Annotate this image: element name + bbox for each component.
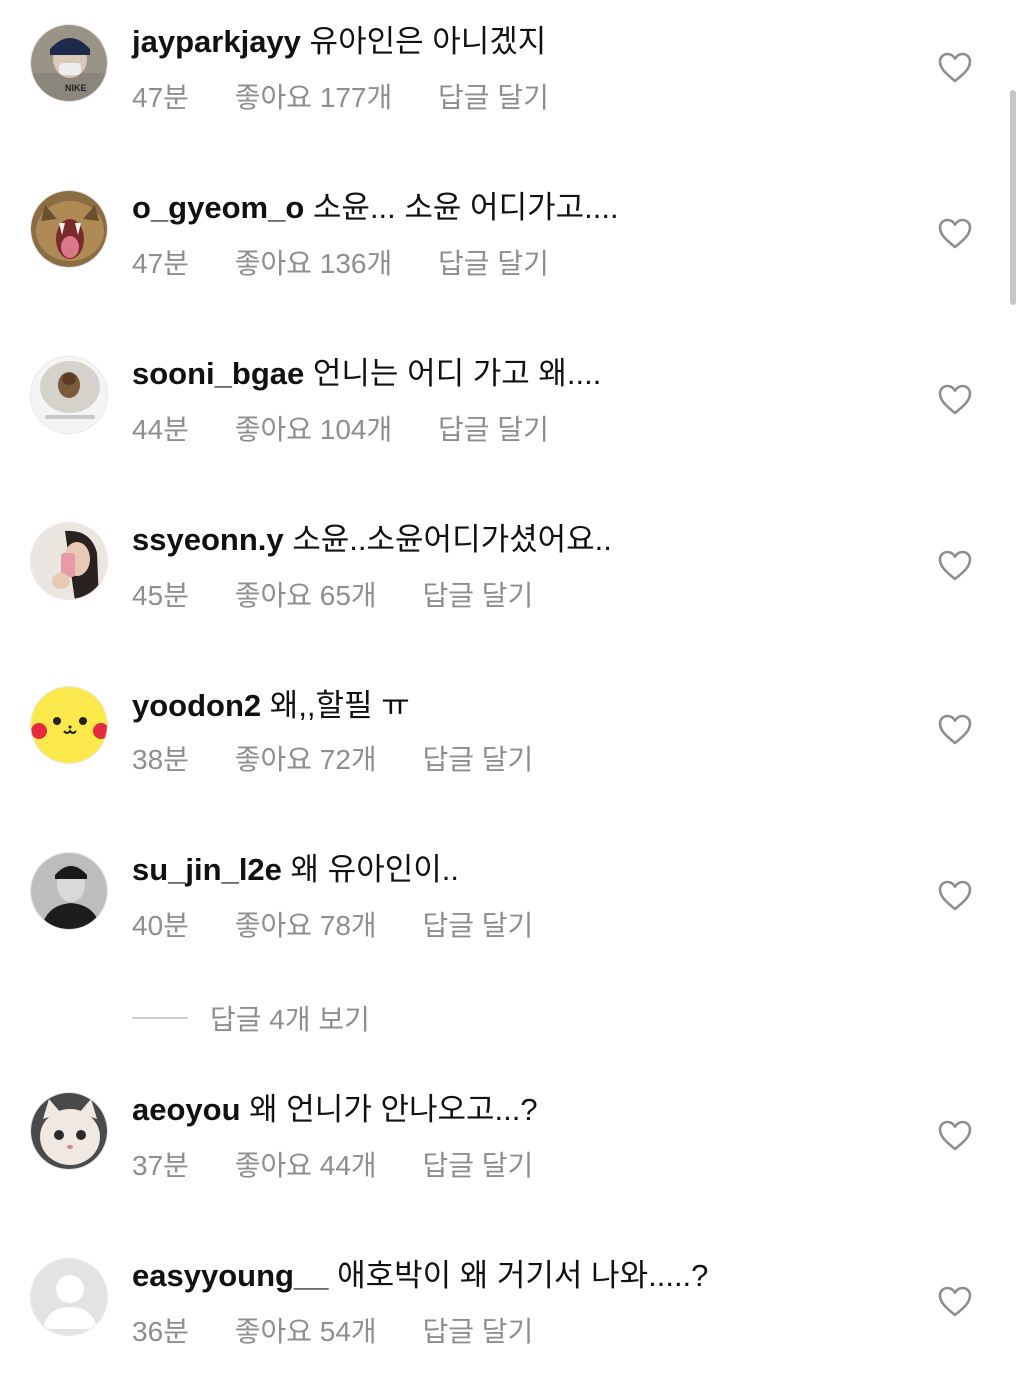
heart-outline-icon[interactable] <box>937 382 973 418</box>
reply-button[interactable]: 답글 달기 <box>422 1314 533 1350</box>
comment-line: easyyoung__ 애호박이 왜 거기서 나와.....? <box>132 1256 708 1296</box>
comment-time: 47분 <box>132 248 189 279</box>
comment-time: 47분 <box>132 82 189 113</box>
comment-text: 왜 언니가 안나오고...? <box>249 1092 538 1127</box>
comment-item: easyyoung__ 애호박이 왜 거기서 나와.....? 36분 좋아요 … <box>0 1256 1024 1376</box>
comment-meta: 44분 좋아요 104개 답글 달기 <box>132 412 549 448</box>
comment-username[interactable]: sooni_bgae <box>132 356 304 391</box>
heart-outline-icon[interactable] <box>937 1284 973 1320</box>
comment-text: 왜 유아인이.. <box>290 852 459 887</box>
comment-likes[interactable]: 좋아요 136개 <box>235 246 393 282</box>
avatar[interactable] <box>30 190 108 268</box>
view-replies-label: 답글 4개 보기 <box>210 1004 370 1035</box>
comment-time: 40분 <box>132 910 189 941</box>
comment-line: jayparkjayy 유아인은 아니겠지 <box>132 22 546 62</box>
comment-username[interactable]: su_jin_l2e <box>132 852 282 887</box>
comment-likes[interactable]: 좋아요 78개 <box>235 908 377 944</box>
reply-button[interactable]: 답글 달기 <box>422 908 533 944</box>
comment-line: ssyeonn.y 소윤..소윤어디가셨어요.. <box>132 520 612 560</box>
comment-likes[interactable]: 좋아요 177개 <box>235 80 393 116</box>
heart-outline-icon[interactable] <box>937 216 973 252</box>
view-replies-button[interactable]: 답글 4개 보기 <box>132 998 370 1038</box>
heart-outline-icon[interactable] <box>937 1118 973 1154</box>
avatar[interactable] <box>30 1092 108 1170</box>
comment-text: 소윤... 소윤 어디가고.... <box>312 190 619 225</box>
comment-line: aeoyou 왜 언니가 안나오고...? <box>132 1090 538 1130</box>
reply-button[interactable]: 답글 달기 <box>422 578 533 614</box>
comment-meta: 45분 좋아요 65개 답글 달기 <box>132 578 533 614</box>
comment-time: 44분 <box>132 414 189 445</box>
comment-username[interactable]: ssyeonn.y <box>132 522 284 557</box>
comment-likes[interactable]: 좋아요 44개 <box>235 1148 377 1184</box>
comment-line: o_gyeom_o 소윤... 소윤 어디가고.... <box>132 188 619 228</box>
heart-outline-icon[interactable] <box>937 878 973 914</box>
avatar[interactable] <box>30 686 108 764</box>
reply-button[interactable]: 답글 달기 <box>438 80 549 116</box>
reply-button[interactable]: 답글 달기 <box>438 246 549 282</box>
comment-username[interactable]: jayparkjayy <box>132 24 301 59</box>
comment-item: yoodon2 왜,,할필 ㅠ 38분 좋아요 72개 답글 달기 <box>0 686 1024 806</box>
comment-item: NIKE jayparkjayy 유아인은 아니겠지 47분 좋아요 177개 … <box>0 22 1024 142</box>
comment-time: 36분 <box>132 1316 189 1347</box>
comment-text: 언니는 어디 가고 왜.... <box>312 356 602 391</box>
comment-meta: 47분 좋아요 177개 답글 달기 <box>132 80 549 116</box>
reply-button[interactable]: 답글 달기 <box>422 1148 533 1184</box>
comment-text: 유아인은 아니겠지 <box>309 24 547 59</box>
reply-button[interactable]: 답글 달기 <box>422 742 533 778</box>
comment-username[interactable]: easyyoung__ <box>132 1258 328 1293</box>
comment-text: 왜,,할필 ㅠ <box>269 688 410 723</box>
heart-outline-icon[interactable] <box>937 50 973 86</box>
comment-likes[interactable]: 좋아요 54개 <box>235 1314 377 1350</box>
comment-meta: 47분 좋아요 136개 답글 달기 <box>132 246 549 282</box>
avatar[interactable] <box>30 356 108 434</box>
comment-time: 38분 <box>132 744 189 775</box>
comment-username[interactable]: yoodon2 <box>132 688 261 723</box>
heart-outline-icon[interactable] <box>937 712 973 748</box>
comment-item: ssyeonn.y 소윤..소윤어디가셨어요.. 45분 좋아요 65개 답글 … <box>0 520 1024 640</box>
comment-item: aeoyou 왜 언니가 안나오고...? 37분 좋아요 44개 답글 달기 <box>0 1090 1024 1210</box>
comment-likes[interactable]: 좋아요 104개 <box>235 412 393 448</box>
comment-meta: 40분 좋아요 78개 답글 달기 <box>132 908 533 944</box>
comment-meta: 37분 좋아요 44개 답글 달기 <box>132 1148 533 1184</box>
comment-item: o_gyeom_o 소윤... 소윤 어디가고.... 47분 좋아요 136개… <box>0 188 1024 308</box>
comment-line: su_jin_l2e 왜 유아인이.. <box>132 850 459 890</box>
comment-meta: 36분 좋아요 54개 답글 달기 <box>132 1314 533 1350</box>
avatar[interactable] <box>30 1258 108 1336</box>
avatar[interactable] <box>30 522 108 600</box>
comment-meta: 38분 좋아요 72개 답글 달기 <box>132 742 533 778</box>
comment-time: 37분 <box>132 1150 189 1181</box>
reply-button[interactable]: 답글 달기 <box>438 412 549 448</box>
comment-username[interactable]: o_gyeom_o <box>132 190 304 225</box>
comment-time: 45분 <box>132 580 189 611</box>
comment-item: sooni_bgae 언니는 어디 가고 왜.... 44분 좋아요 104개 … <box>0 354 1024 474</box>
comment-line: yoodon2 왜,,할필 ㅠ <box>132 686 410 726</box>
comment-username[interactable]: aeoyou <box>132 1092 241 1127</box>
svg-text:NIKE: NIKE <box>65 83 87 93</box>
comment-text: 소윤..소윤어디가셨어요.. <box>292 522 612 557</box>
heart-outline-icon[interactable] <box>937 548 973 584</box>
replies-divider <box>132 1017 188 1019</box>
comment-likes[interactable]: 좋아요 65개 <box>235 578 377 614</box>
avatar[interactable]: NIKE <box>30 24 108 102</box>
avatar[interactable] <box>30 852 108 930</box>
comment-item: su_jin_l2e 왜 유아인이.. 40분 좋아요 78개 답글 달기 <box>0 850 1024 970</box>
comment-likes[interactable]: 좋아요 72개 <box>235 742 377 778</box>
comment-line: sooni_bgae 언니는 어디 가고 왜.... <box>132 354 601 394</box>
scrollbar[interactable] <box>1010 90 1016 305</box>
comment-text: 애호박이 왜 거기서 나와.....? <box>337 1258 709 1293</box>
